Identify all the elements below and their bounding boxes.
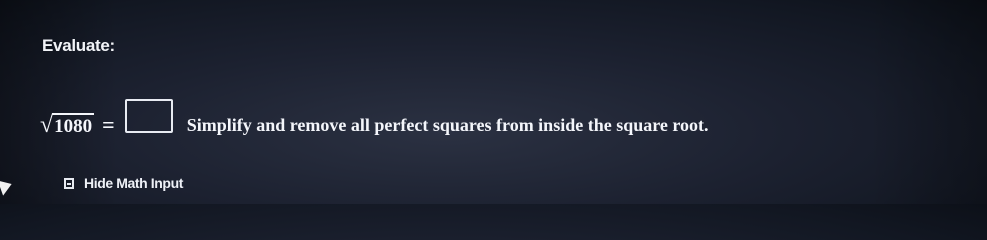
mouse-cursor-icon bbox=[0, 176, 15, 196]
problem-row: √ 1080 = Simplify and remove all perfect… bbox=[40, 99, 709, 138]
keyboard-icon bbox=[64, 177, 74, 189]
hide-math-input-button[interactable]: Hide Math Input bbox=[64, 175, 183, 191]
answer-input[interactable] bbox=[124, 99, 173, 133]
radicand: 1080 bbox=[52, 112, 95, 138]
instruction-text: Simplify and remove all perfect squares … bbox=[186, 114, 709, 135]
hide-math-input-label: Hide Math Input bbox=[84, 175, 183, 191]
equals-sign: = bbox=[102, 112, 115, 137]
question-prompt: Evaluate: bbox=[42, 36, 115, 55]
square-root-expression: √ 1080 bbox=[40, 112, 95, 138]
